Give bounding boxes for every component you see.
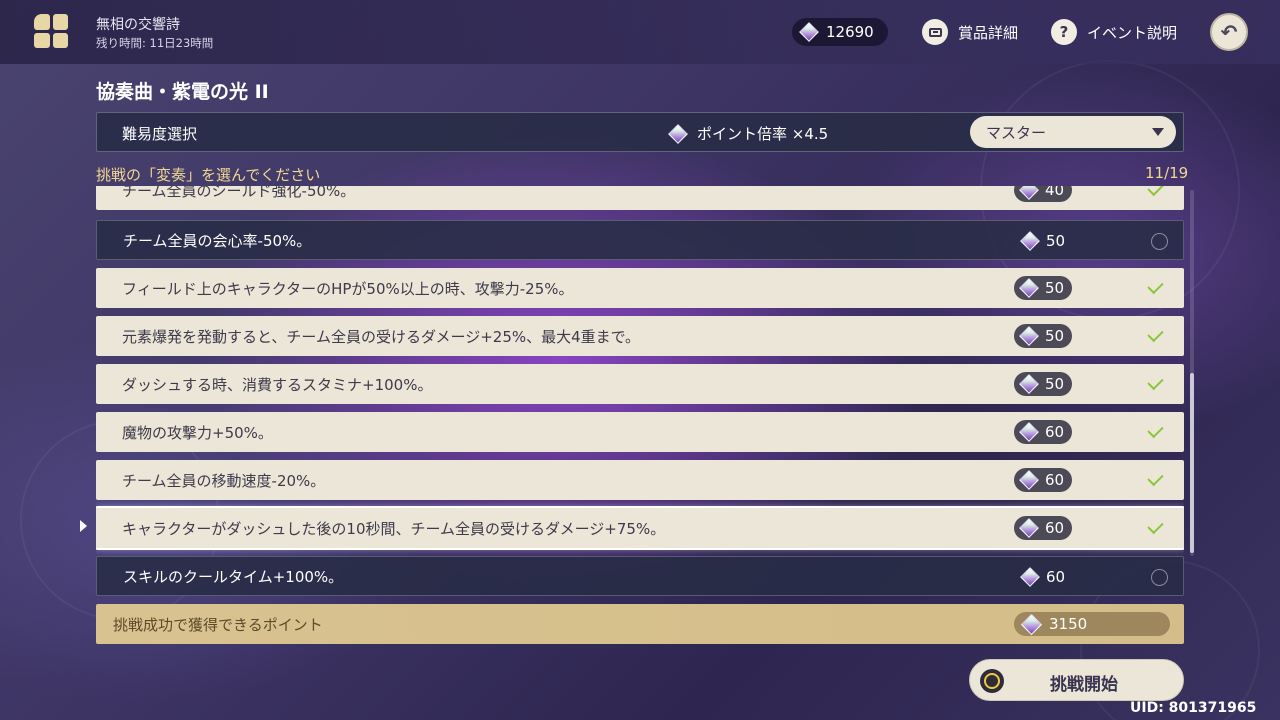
point-multiplier: ポイント倍率 ×4.5: [668, 123, 829, 144]
currency-display: 12690: [792, 18, 888, 46]
points-value: 60: [1045, 423, 1065, 441]
primogem-icon: [1019, 278, 1039, 298]
variation-counter: 11/19: [1145, 164, 1189, 182]
variation-text: キャラクターがダッシュした後の10秒間、チーム全員の受けるダメージ+75%。: [122, 519, 666, 538]
variation-text: チーム全員の会心率-50%。: [123, 231, 312, 250]
variation-row[interactable]: 魔物の攻撃力+50%。 60: [96, 412, 1184, 452]
variation-points: 50: [1014, 372, 1072, 396]
rewards-label: 賞品詳細: [958, 23, 1019, 42]
variation-points: 60: [1014, 420, 1072, 444]
variation-points: 60: [1014, 468, 1072, 492]
event-info-label: イベント説明: [1087, 23, 1178, 42]
primogem-icon: [1019, 186, 1039, 200]
check-icon: [1148, 186, 1166, 199]
start-button-label: 挑戦開始: [1050, 675, 1118, 695]
stage-title: 協奏曲・紫電の光 II: [96, 81, 269, 103]
variation-text: スキルのクールタイム+100%。: [123, 567, 344, 586]
check-icon: [1148, 471, 1166, 489]
primogem-icon: [668, 123, 688, 144]
question-icon: ?: [1051, 19, 1077, 45]
currency-amount: 12690: [826, 23, 874, 41]
variation-text: ダッシュする時、消費するスタミナ+100%。: [122, 375, 433, 394]
variation-row[interactable]: ダッシュする時、消費するスタミナ+100%。 50: [96, 364, 1184, 404]
top-bar: 無相の交響詩 残り時間: 11日23時間 12690 賞品詳細 ? イベント説明…: [0, 0, 1280, 64]
variation-text: 元素爆発を発動すると、チーム全員の受けるダメージ+25%、最大4重まで。: [122, 327, 641, 346]
chest-icon: [922, 19, 948, 45]
points-value: 60: [1045, 519, 1065, 537]
total-points-value: 3150: [1049, 615, 1088, 633]
unchecked-circle-icon: [1151, 569, 1168, 586]
time-remaining: 残り時間: 11日23時間: [96, 36, 214, 50]
variation-points: 50: [1015, 229, 1073, 253]
points-value: 40: [1045, 186, 1065, 199]
scrollbar-thumb[interactable]: [1190, 373, 1194, 553]
check-icon: [1148, 375, 1166, 393]
points-value: 60: [1046, 568, 1066, 586]
variation-row[interactable]: チーム全員のシールド強化-50%。 40: [96, 186, 1184, 210]
primogem-icon: [1019, 422, 1039, 442]
back-arrow-icon: ↶: [1220, 20, 1238, 44]
variation-text: フィールド上のキャラクターのHPが50%以上の時、攻撃力-25%。: [122, 279, 574, 298]
unchecked-circle-icon: [1151, 233, 1168, 250]
variation-text: チーム全員の移動速度-20%。: [122, 471, 326, 490]
confirm-ring-icon: [980, 669, 1004, 693]
variation-row-selected[interactable]: キャラクターがダッシュした後の10秒間、チーム全員の受けるダメージ+75%。 6…: [96, 506, 1184, 550]
event-title: 無相の交響詩: [96, 17, 180, 33]
points-value: 50: [1045, 327, 1065, 345]
variation-points: 40: [1014, 186, 1072, 202]
variation-points: 50: [1014, 276, 1072, 300]
primogem-icon: [1020, 613, 1043, 635]
points-value: 50: [1045, 375, 1065, 393]
event-menu-icon[interactable]: [34, 14, 68, 48]
variation-list: チーム全員のシールド強化-50%。 40 チーム全員の会心率-50%。 50 フ…: [96, 186, 1184, 600]
variation-prompt: 挑戦の「変奏」を選んでください: [96, 166, 321, 184]
difficulty-label: 難易度選択: [122, 125, 198, 143]
total-points-bar: 挑戦成功で獲得できるポイント 3150: [96, 604, 1184, 644]
variation-row[interactable]: チーム全員の移動速度-20%。 60: [96, 460, 1184, 500]
variation-row[interactable]: スキルのクールタイム+100%。 60: [96, 556, 1184, 596]
primogem-icon: [1019, 374, 1039, 394]
difficulty-bar: 難易度選択 ポイント倍率 ×4.5 マスター: [96, 112, 1184, 152]
variation-text: チーム全員のシールド強化-50%。: [122, 186, 356, 200]
total-points-display: 3150: [1014, 612, 1170, 636]
primogem-icon: [799, 22, 819, 42]
variation-points: 50: [1014, 324, 1072, 348]
variation-row[interactable]: 元素爆発を発動すると、チーム全員の受けるダメージ+25%、最大4重まで。 50: [96, 316, 1184, 356]
points-value: 60: [1045, 471, 1065, 489]
check-icon: [1148, 327, 1166, 345]
primogem-icon: [1019, 518, 1039, 538]
total-points-label: 挑戦成功で獲得できるポイント: [113, 616, 323, 634]
primogem-icon: [1019, 326, 1039, 346]
variation-points: 60: [1015, 565, 1073, 589]
variation-row[interactable]: フィールド上のキャラクターのHPが50%以上の時、攻撃力-25%。 50: [96, 268, 1184, 308]
back-button[interactable]: ↶: [1210, 13, 1248, 51]
difficulty-selected: マスター: [986, 123, 1047, 142]
rewards-button[interactable]: 賞品詳細: [922, 18, 1018, 46]
uid-label: UID: 801371965: [1130, 700, 1257, 716]
start-challenge-button[interactable]: 挑戦開始: [969, 659, 1184, 701]
primogem-icon: [1020, 231, 1040, 251]
check-icon: [1148, 423, 1166, 441]
selection-arrow-icon: [80, 520, 87, 532]
points-value: 50: [1046, 232, 1066, 250]
variation-row[interactable]: チーム全員の会心率-50%。 50: [96, 220, 1184, 260]
points-value: 50: [1045, 279, 1065, 297]
primogem-icon: [1020, 567, 1040, 587]
primogem-icon: [1019, 470, 1039, 490]
chevron-down-icon: [1152, 128, 1164, 136]
difficulty-select[interactable]: マスター: [970, 116, 1176, 148]
check-icon: [1148, 519, 1166, 537]
multiplier-text: ポイント倍率 ×4.5: [697, 125, 829, 143]
check-icon: [1148, 279, 1166, 297]
event-info-button[interactable]: ? イベント説明: [1051, 18, 1177, 46]
variation-text: 魔物の攻撃力+50%。: [122, 423, 273, 442]
scrollbar[interactable]: [1190, 190, 1194, 556]
variation-points: 60: [1014, 516, 1072, 540]
